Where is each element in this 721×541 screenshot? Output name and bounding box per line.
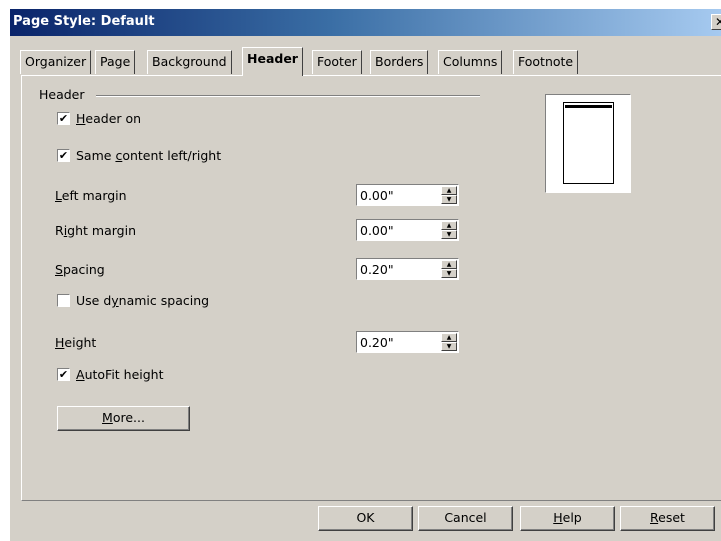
spacing-spinner[interactable]: ▲ ▼ bbox=[441, 260, 457, 278]
header-on-label: Header on bbox=[76, 111, 142, 126]
spin-down-icon[interactable]: ▼ bbox=[441, 230, 457, 239]
height-spinner[interactable]: ▲ ▼ bbox=[441, 333, 457, 351]
group-divider bbox=[96, 95, 480, 97]
autofit-label: AutoFit height bbox=[76, 367, 164, 382]
tab-page[interactable]: Page bbox=[95, 50, 136, 74]
height-value: 0.20" bbox=[360, 335, 394, 350]
checkmark-icon: ✔ bbox=[58, 368, 69, 381]
header-on-checkbox[interactable]: ✔ bbox=[57, 112, 70, 125]
spin-down-icon[interactable]: ▼ bbox=[441, 269, 457, 278]
reset-button[interactable]: Reset bbox=[620, 506, 715, 531]
dynamic-spacing-checkbox[interactable] bbox=[57, 294, 70, 307]
autofit-checkbox[interactable]: ✔ bbox=[57, 368, 70, 381]
tab-columns[interactable]: Columns bbox=[438, 50, 503, 74]
spin-up-icon[interactable]: ▲ bbox=[441, 186, 457, 195]
help-button[interactable]: Help bbox=[520, 506, 615, 531]
spacing-value: 0.20" bbox=[360, 262, 394, 277]
spacing-field[interactable]: 0.20" ▲ ▼ bbox=[356, 258, 459, 280]
tab-footnote[interactable]: Footnote bbox=[513, 50, 579, 74]
same-content-checkbox[interactable]: ✔ bbox=[57, 149, 70, 162]
window-title: Page Style: Default bbox=[13, 14, 155, 29]
more-button[interactable]: More... bbox=[57, 406, 190, 431]
tab-footer[interactable]: Footer bbox=[312, 50, 362, 74]
spin-up-icon[interactable]: ▲ bbox=[441, 221, 457, 230]
spin-down-icon[interactable]: ▼ bbox=[441, 195, 457, 204]
title-bar[interactable]: Page Style: Default ✕ bbox=[10, 9, 721, 36]
close-icon[interactable]: ✕ bbox=[711, 14, 721, 30]
tab-borders[interactable]: Borders bbox=[370, 50, 429, 74]
spin-up-icon[interactable]: ▲ bbox=[441, 260, 457, 269]
cancel-button[interactable]: Cancel bbox=[418, 506, 513, 531]
spacing-label: Spacing bbox=[55, 262, 105, 277]
height-label: Height bbox=[55, 335, 97, 350]
dynamic-spacing-label: Use dynamic spacing bbox=[76, 293, 210, 308]
checkmark-icon: ✔ bbox=[58, 149, 69, 162]
right-margin-label: Right margin bbox=[55, 223, 136, 238]
right-margin-field[interactable]: 0.00" ▲ ▼ bbox=[356, 219, 459, 241]
ok-button[interactable]: OK bbox=[318, 506, 413, 531]
header-preview bbox=[545, 94, 631, 193]
checkmark-icon: ✔ bbox=[58, 112, 69, 125]
left-margin-label: Left margin bbox=[55, 188, 127, 203]
left-margin-spinner[interactable]: ▲ ▼ bbox=[441, 186, 457, 204]
tab-background[interactable]: Background bbox=[147, 50, 232, 74]
same-content-label: Same content left/right bbox=[76, 148, 222, 163]
height-field[interactable]: 0.20" ▲ ▼ bbox=[356, 331, 459, 353]
left-margin-value: 0.00" bbox=[360, 188, 394, 203]
page-preview bbox=[563, 102, 614, 184]
spin-up-icon[interactable]: ▲ bbox=[441, 333, 457, 342]
right-margin-value: 0.00" bbox=[360, 223, 394, 238]
tab-header[interactable]: Header bbox=[242, 47, 303, 76]
right-margin-spinner[interactable]: ▲ ▼ bbox=[441, 221, 457, 239]
group-title-header: Header bbox=[39, 87, 85, 102]
left-margin-field[interactable]: 0.00" ▲ ▼ bbox=[356, 184, 459, 206]
spin-down-icon[interactable]: ▼ bbox=[441, 342, 457, 351]
header-preview-bar bbox=[565, 105, 612, 108]
tab-organizer[interactable]: Organizer bbox=[20, 50, 92, 74]
